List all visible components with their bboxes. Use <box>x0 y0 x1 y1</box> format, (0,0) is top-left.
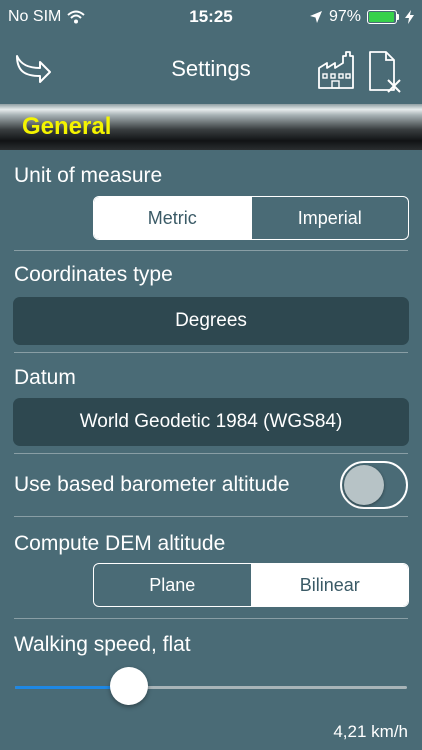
section-header-general: General <box>0 104 422 150</box>
status-bar: No SIM 15:25 97% <box>0 0 422 34</box>
divider <box>14 250 408 251</box>
dem-altitude-label: Compute DEM altitude <box>14 532 226 555</box>
segment-metric[interactable]: Metric <box>94 197 251 239</box>
unit-of-measure-segmented: Metric Imperial <box>93 196 409 240</box>
back-arrow-icon[interactable] <box>12 52 54 88</box>
coordinates-type-picker[interactable]: Degrees <box>13 297 409 345</box>
status-right: 97% <box>309 8 414 26</box>
barometer-toggle[interactable] <box>340 461 408 509</box>
slider-thumb[interactable] <box>109 667 148 705</box>
section-title: General <box>22 113 112 140</box>
walking-speed-label: Walking speed, flat <box>14 633 191 656</box>
segment-bilinear[interactable]: Bilinear <box>250 564 408 606</box>
divider <box>14 516 408 517</box>
page-title: Settings <box>171 56 251 81</box>
walking-speed-slider[interactable] <box>15 686 407 689</box>
datum-picker[interactable]: World Geodetic 1984 (WGS84) <box>13 398 409 446</box>
location-arrow-icon <box>309 11 322 23</box>
datum-label: Datum <box>14 366 76 389</box>
battery-fill <box>369 12 395 22</box>
segment-plane[interactable]: Plane <box>94 564 251 606</box>
factory-reset-icon[interactable] <box>316 50 356 90</box>
divider <box>14 618 408 619</box>
charging-bolt-icon <box>405 10 414 24</box>
carrier-label: No SIM <box>8 8 62 25</box>
wifi-icon <box>67 10 86 24</box>
walking-speed-value: 4,21 km/h <box>333 722 408 741</box>
toggle-knob <box>344 465 384 505</box>
segment-imperial[interactable]: Imperial <box>250 197 409 239</box>
unit-of-measure-label: Unit of measure <box>14 164 163 187</box>
battery-percent: 97% <box>328 8 361 25</box>
clear-document-icon[interactable] <box>366 50 404 94</box>
battery-icon <box>367 10 399 24</box>
divider <box>14 453 408 454</box>
divider <box>14 352 408 353</box>
coordinates-type-label: Coordinates type <box>14 263 173 286</box>
battery-body <box>367 10 397 24</box>
battery-tip <box>397 14 399 20</box>
dem-altitude-segmented: Plane Bilinear <box>93 563 409 607</box>
barometer-label: Use based barometer altitude <box>14 473 290 496</box>
nav-bar: Settings <box>0 34 422 104</box>
status-left: No SIM <box>8 8 86 26</box>
